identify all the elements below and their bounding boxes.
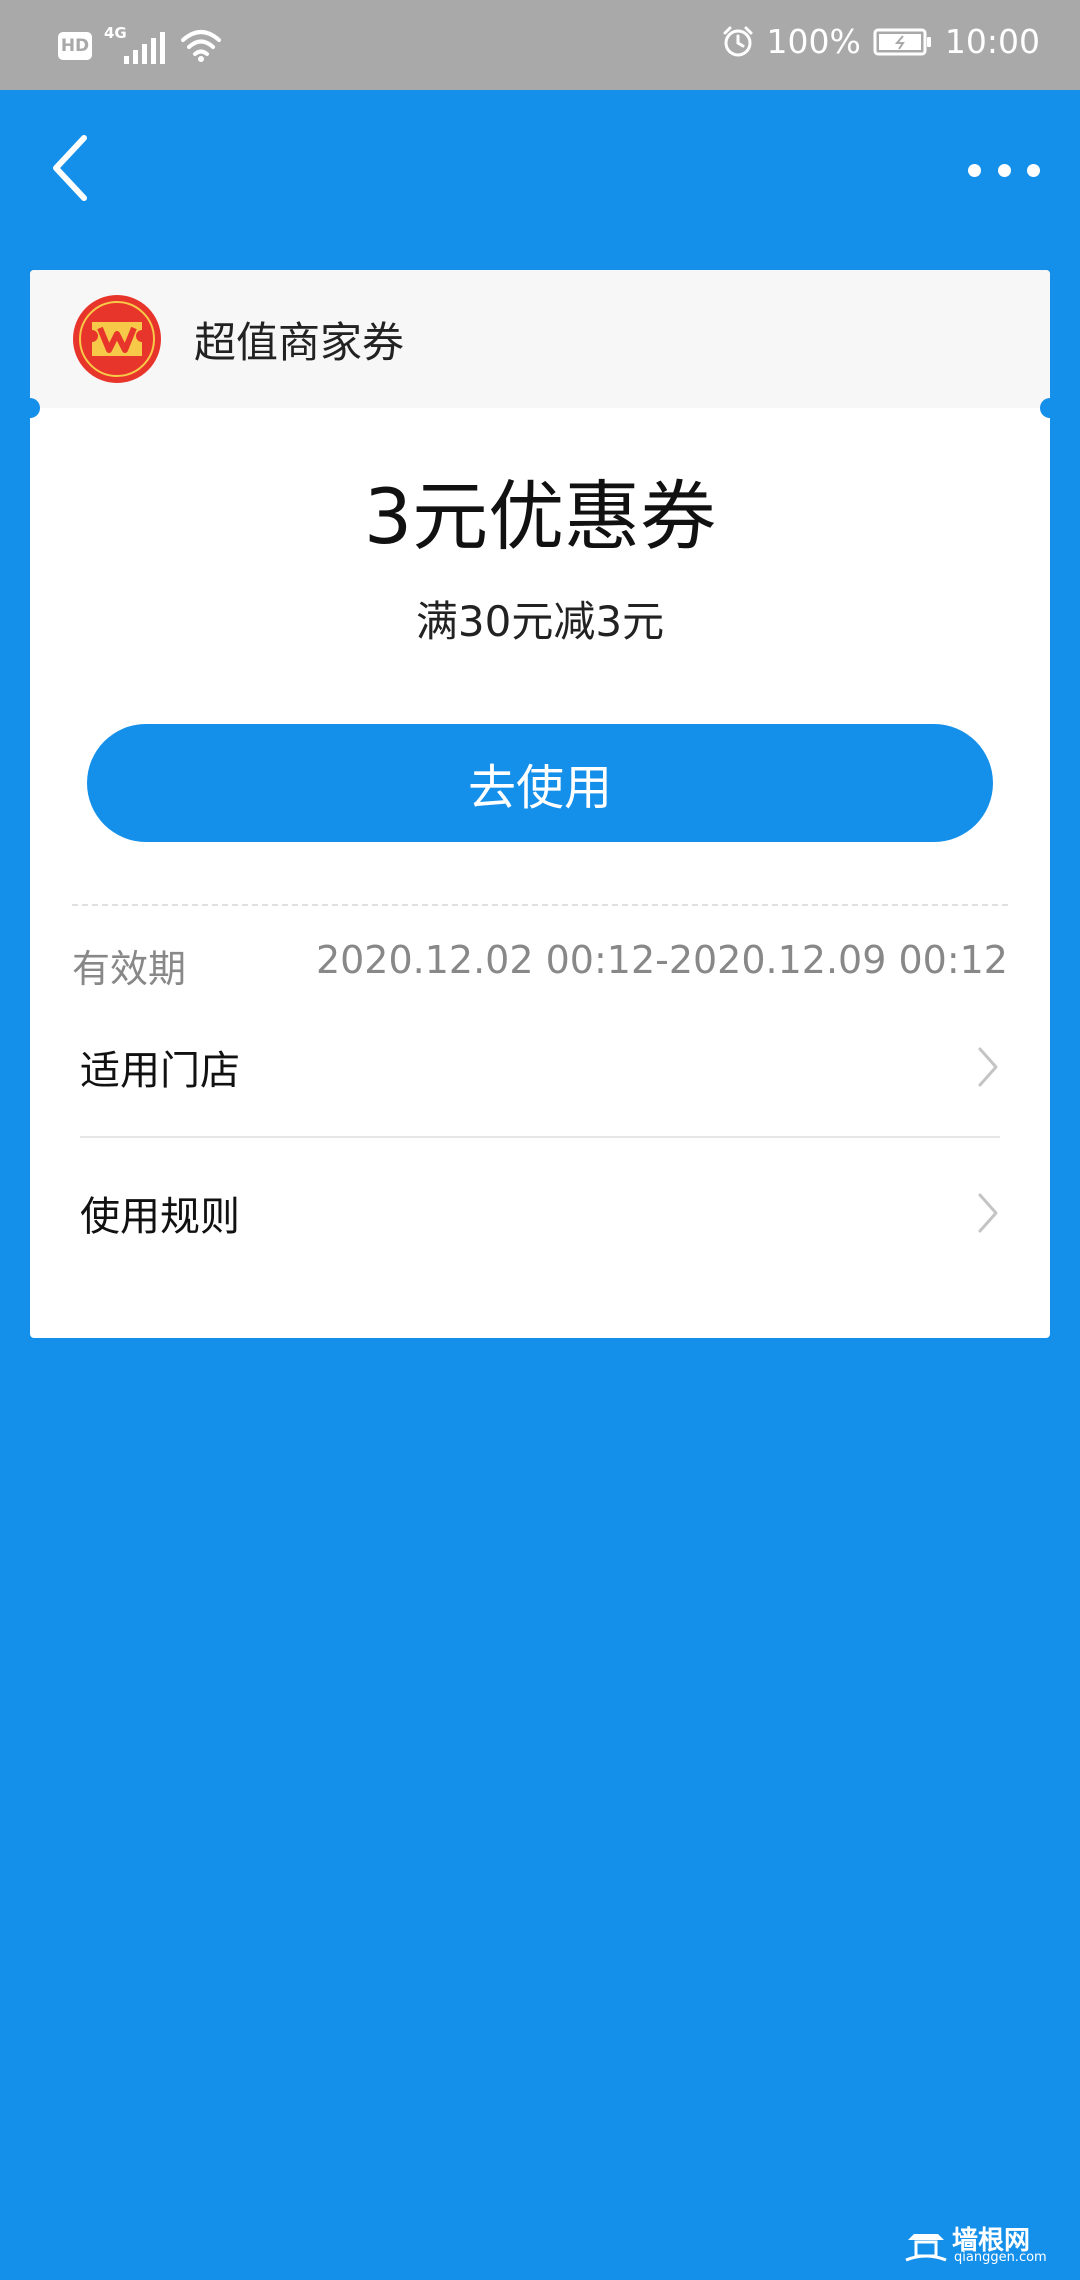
watermark-url: qianggen.com [954,2250,1047,2265]
coupon-condition: 满30元减3元 [415,597,665,646]
more-dots-icon[interactable] [968,150,1040,190]
alarm-icon [723,26,753,56]
validity-label: 有效期 [72,947,187,991]
card-header: 超值商家券 [30,270,1050,408]
watermark: 墙根网 qianggen.com [902,2218,1062,2270]
signal-icon: 4G [104,24,168,66]
row-divider [80,1136,1000,1138]
battery-percent: 100% [766,22,861,61]
status-right: 100% 10:00 [721,22,1040,61]
status-bar: HD 4G 100% 10:00 [0,0,1080,90]
applicable-stores-row[interactable]: 适用门店 [80,998,1000,1136]
chevron-left-icon [53,135,87,201]
hd-badge: HD [58,32,92,60]
applicable-stores-label: 适用门店 [80,1048,240,1094]
merchant-name: 超值商家券 [194,317,405,367]
card-notch-right [1040,398,1050,418]
battery-icon [873,28,931,55]
top-nav [0,90,1080,230]
merchant-coupon-logo [73,295,161,383]
usage-rules-label: 使用规则 [80,1194,240,1240]
validity-value: 2020.12.02 00:12-2020.12.09 00:12 [315,938,1008,982]
dashed-divider [72,904,1008,906]
wifi-icon [181,30,221,62]
coupon-card: 超值商家券 3元优惠券 满30元减3元 去使用 有效期 2020.12.02 0… [30,270,1050,1338]
chevron-right-icon [978,1047,998,1087]
watermark-logo-icon [905,2234,947,2262]
status-left: HD 4G [58,24,222,66]
chevron-right-icon [978,1193,998,1233]
usage-rules-row[interactable]: 使用规则 [80,1144,1000,1282]
coupon-title: 3元优惠券 [363,472,717,561]
use-coupon-button[interactable]: 去使用 [87,724,993,842]
back-button[interactable] [40,128,100,208]
clock-time: 10:00 [944,22,1040,61]
